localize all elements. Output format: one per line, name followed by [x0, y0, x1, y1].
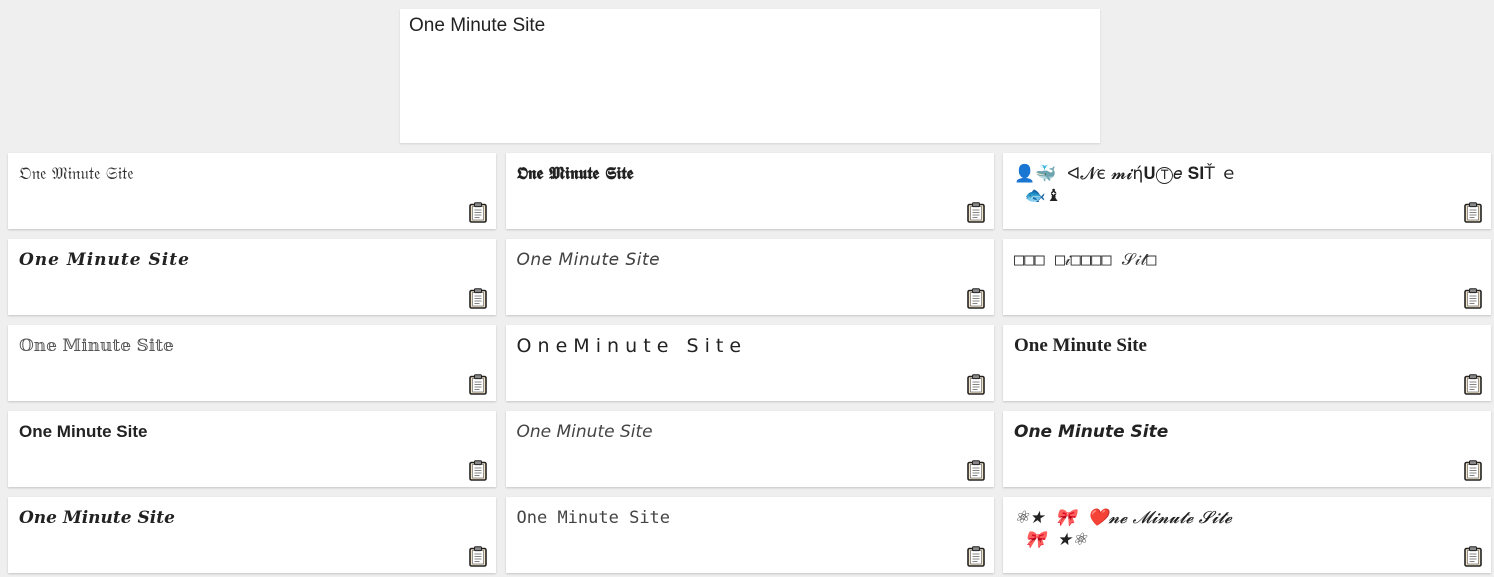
- result-text: 👤🐳 ᐊ𝓝є 𝓶𝓲ή𝐔Ⓣ𝑒 𝐒𝐈Ť ｅ 🐟♝: [1014, 164, 1238, 206]
- clipboard-icon[interactable]: [966, 288, 985, 309]
- result-text: One Minute Site: [516, 422, 653, 442]
- result-card: 𝑶𝒏𝒆 𝑴𝒊𝒏𝒖𝒕𝒆 𝑺𝒊𝒕𝒆: [8, 239, 496, 315]
- result-card: ⚛★ 🎀 ❤️𝓷𝓮 𝓜𝓲𝓷𝓾𝓽𝓮 𝓢𝓲𝓽𝓮 🎀 ★⚛: [1003, 497, 1491, 573]
- result-card: One Minute Site: [8, 411, 496, 487]
- result-text: 𝙾𝚗𝚎 𝙼𝚒𝚗𝚞𝚝𝚎 𝚂𝚒𝚝𝚎: [516, 508, 671, 528]
- clipboard-icon[interactable]: [1464, 374, 1482, 395]
- result-card: 𝔒𝔫𝔢 𝔐𝔦𝔫𝔲𝔱𝔢 𝔖𝔦𝔱𝔢: [8, 153, 496, 229]
- result-text: □□□ □𝒾□□□□ 𝒮𝒾𝓉□: [1014, 250, 1157, 270]
- clipboard-icon[interactable]: [469, 374, 487, 395]
- result-text: One Minute Site: [1014, 335, 1147, 356]
- result-card: One Minute Site: [8, 497, 496, 573]
- clipboard-icon[interactable]: [966, 202, 985, 223]
- result-text: ⚛★ 🎀 ❤️𝓷𝓮 𝓜𝓲𝓷𝓾𝓽𝓮 𝓢𝓲𝓽𝓮 🎀 ★⚛: [1014, 508, 1232, 550]
- result-text: 𝘖𝘯𝘦 𝘔𝘪𝘯𝘶𝘵𝘦 𝘚𝘪𝘵𝘦: [516, 250, 661, 270]
- clipboard-icon[interactable]: [469, 288, 487, 309]
- result-text: 𝕺𝖓𝖊 𝕸𝖎𝖓𝖚𝖙𝖊 𝕾𝖎𝖙𝖊: [516, 164, 634, 184]
- text-input[interactable]: One Minute Site: [400, 9, 1100, 143]
- result-card: 𝙾𝚗𝚎 𝙼𝚒𝚗𝚞𝚝𝚎 𝚂𝚒𝚝𝚎: [505, 497, 994, 573]
- result-card: 𝘖𝘯𝘦 𝘔𝘪𝘯𝘶𝘵𝘦 𝘚𝘪𝘵𝘦: [505, 239, 994, 315]
- clipboard-icon[interactable]: [1464, 202, 1482, 223]
- clipboard-icon[interactable]: [966, 546, 985, 567]
- result-text: One Minute Site: [19, 508, 175, 528]
- clipboard-icon[interactable]: [469, 460, 487, 481]
- result-text: 𝔒𝔫𝔢 𝔐𝔦𝔫𝔲𝔱𝔢 𝔖𝔦𝔱𝔢: [19, 164, 134, 184]
- clipboard-icon[interactable]: [966, 374, 985, 395]
- result-card: 𝕆𝕟𝕖 𝕄𝕚𝕟𝕦𝕥𝕖 𝕊𝕚𝕥𝕖: [8, 325, 496, 401]
- result-card: O n e M i n u t e S i t e: [505, 325, 994, 401]
- result-text: O n e M i n u t e S i t e: [516, 335, 742, 357]
- clipboard-icon[interactable]: [469, 546, 487, 567]
- result-card: 👤🐳 ᐊ𝓝є 𝓶𝓲ή𝐔Ⓣ𝑒 𝐒𝐈Ť ｅ 🐟♝: [1003, 153, 1491, 229]
- result-text: One Minute Site: [1014, 422, 1169, 442]
- result-card: 𝕺𝖓𝖊 𝕸𝖎𝖓𝖚𝖙𝖊 𝕾𝖎𝖙𝖊: [505, 153, 994, 229]
- result-card: One Minute Site: [1003, 411, 1491, 487]
- clipboard-icon[interactable]: [1464, 460, 1482, 481]
- result-card: □□□ □𝒾□□□□ 𝒮𝒾𝓉□: [1003, 239, 1491, 315]
- result-text: 𝑶𝒏𝒆 𝑴𝒊𝒏𝒖𝒕𝒆 𝑺𝒊𝒕𝒆: [19, 250, 190, 270]
- clipboard-icon[interactable]: [966, 460, 985, 481]
- clipboard-icon[interactable]: [1464, 288, 1482, 309]
- result-card: One Minute Site: [505, 411, 994, 487]
- results-grid: 𝔒𝔫𝔢 𝔐𝔦𝔫𝔲𝔱𝔢 𝔖𝔦𝔱𝔢 𝕺𝖓𝖊 𝕸𝖎𝖓𝖚𝖙𝖊 𝕾𝖎𝖙𝖊 👤🐳 ᐊ𝓝є 𝓶…: [8, 153, 1491, 573]
- result-text: One Minute Site: [19, 422, 148, 441]
- result-card: One Minute Site: [1003, 325, 1491, 401]
- clipboard-icon[interactable]: [469, 202, 487, 223]
- result-text: 𝕆𝕟𝕖 𝕄𝕚𝕟𝕦𝕥𝕖 𝕊𝕚𝕥𝕖: [19, 336, 174, 356]
- clipboard-icon[interactable]: [1464, 546, 1482, 567]
